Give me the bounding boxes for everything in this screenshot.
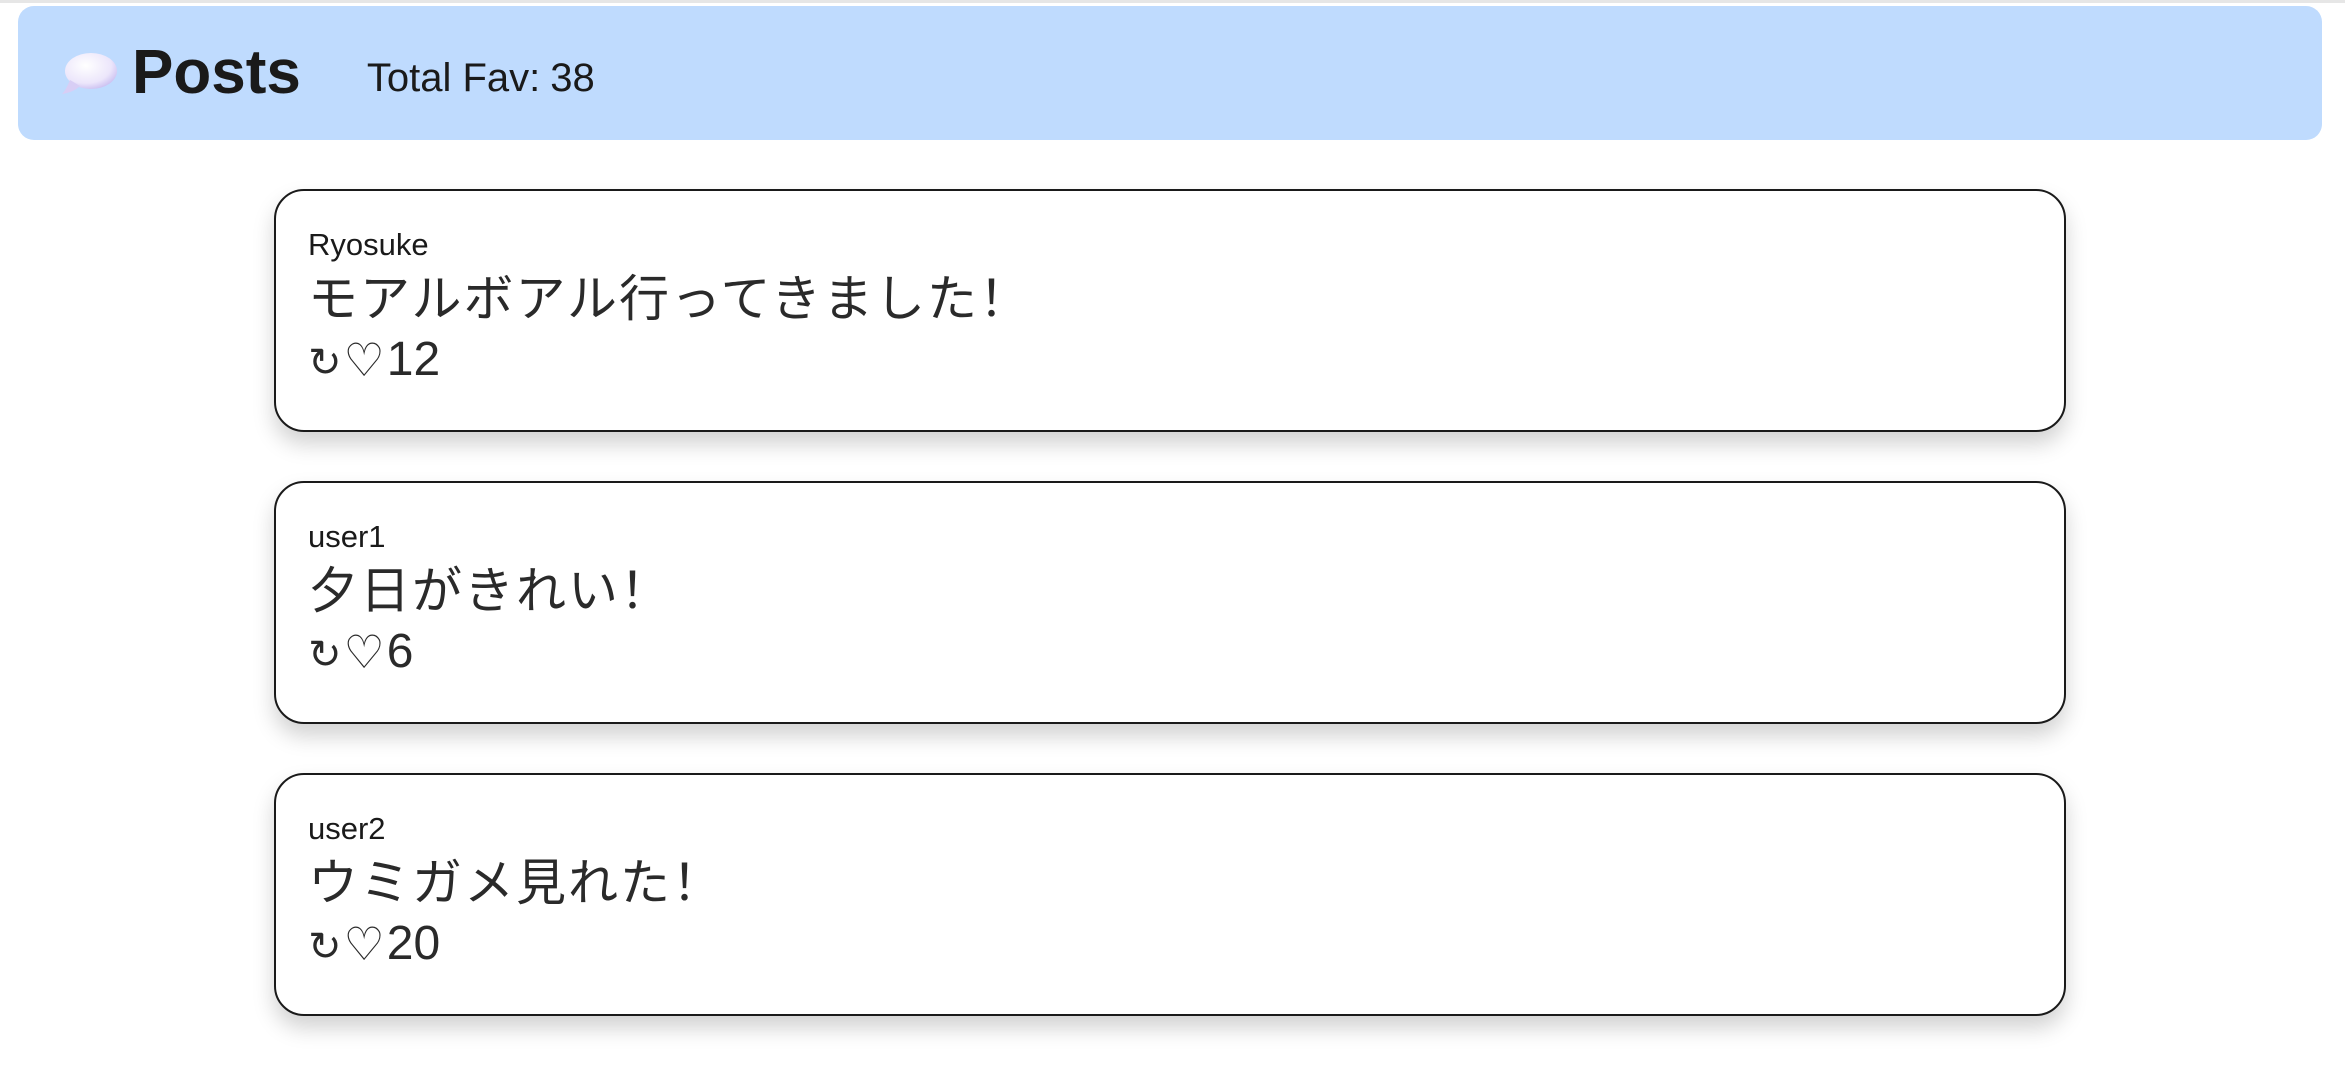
post-text: 夕日がきれい！ [308,561,672,620]
heart-icon[interactable]: ♡ [344,337,385,383]
post-text: ウミガメ見れた！ [308,853,724,912]
speech-bubble-icon [60,50,118,98]
top-border [0,0,2345,3]
retweet-icon[interactable]: ↻ [308,635,342,675]
fav-count: 12 [386,333,441,387]
page-title: Posts [132,38,301,107]
post-actions: ↻ ♡ 20 [308,920,2032,968]
retweet-icon[interactable]: ↻ [308,927,342,967]
post-list: Ryosuke モアルボアル行ってきました！ ↻ ♡ 12 user1 夕日がき… [274,189,2066,1065]
fav-count: 6 [386,625,414,679]
retweet-icon[interactable]: ↻ [308,343,342,383]
total-fav: Total Fav: 38 [367,58,595,98]
fav-count: 20 [386,917,441,971]
post-card: user2 ウミガメ見れた！ ↻ ♡ 20 [274,773,2066,1016]
post-username[interactable]: user1 [308,519,2032,555]
post-actions: ↻ ♡ 6 [308,628,2032,676]
heart-icon[interactable]: ♡ [344,921,385,967]
heart-icon[interactable]: ♡ [344,629,385,675]
post-text: モアルボアル行ってきました！ [308,269,1031,328]
total-fav-label: Total Fav: [366,56,541,100]
post-actions: ↻ ♡ 12 [308,336,2032,384]
post-card: Ryosuke モアルボアル行ってきました！ ↻ ♡ 12 [274,189,2066,432]
page-header: Posts Total Fav: 38 [18,6,2322,140]
post-username[interactable]: Ryosuke [308,227,2032,263]
total-fav-value: 38 [550,56,595,100]
post-card: user1 夕日がきれい！ ↻ ♡ 6 [274,481,2066,724]
post-username[interactable]: user2 [308,811,2032,847]
